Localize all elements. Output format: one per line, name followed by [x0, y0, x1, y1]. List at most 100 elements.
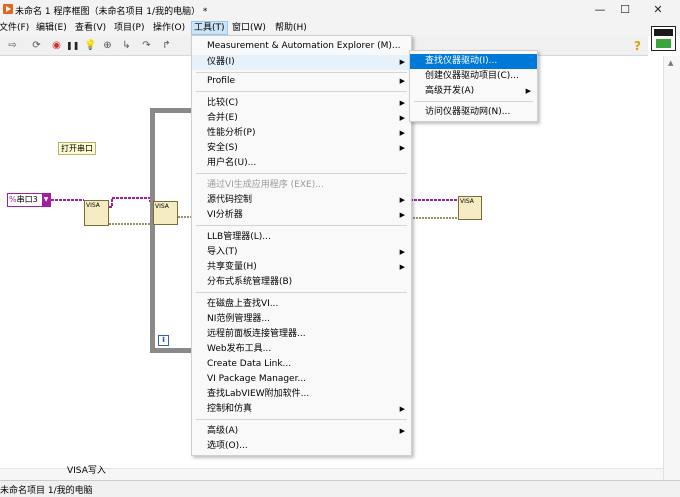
chevron-down-icon[interactable]: ▼: [42, 194, 50, 206]
visa-write-caption: VISA写入: [67, 466, 106, 476]
menu-item-security[interactable]: 安全(S) ▶: [192, 141, 411, 156]
submenu-arrow-icon: ▶: [399, 196, 405, 204]
menu-file[interactable]: 文件(F): [0, 21, 31, 35]
menu-item-compare[interactable]: 比较(C) ▶: [192, 96, 411, 111]
menu-item-vi-analyzer[interactable]: VI分析器 ▶: [192, 208, 411, 223]
menu-separator: [196, 292, 407, 293]
menu-item-shared-variable[interactable]: 共享变量(H) ▶: [192, 260, 411, 275]
step-out-icon[interactable]: ↱: [160, 39, 173, 52]
menu-item-label: 分布式系统管理器(B): [207, 277, 293, 287]
submenu-arrow-icon: ▶: [399, 427, 405, 435]
minimize-button[interactable]: —: [588, 2, 612, 18]
visa-node-label: VISA: [86, 202, 100, 209]
menu-item-options[interactable]: 选项(O)...: [192, 439, 411, 454]
submenu-arrow-icon: ▶: [399, 211, 405, 219]
menu-item-label: 高级(A): [207, 426, 239, 436]
menu-view[interactable]: 查看(V): [73, 21, 108, 35]
context-help-button[interactable]: ?: [634, 39, 646, 53]
step-over-icon[interactable]: ↷: [140, 39, 153, 52]
maximize-button[interactable]: ☐: [613, 2, 637, 18]
vi-icon[interactable]: [651, 26, 676, 51]
menu-item-create-driver-project[interactable]: 创建仪器驱动项目(C)...: [410, 69, 537, 84]
menu-item-example-finder[interactable]: NI范例管理器...: [192, 312, 411, 327]
menu-item-llb-manager[interactable]: LLB管理器(L)...: [192, 230, 411, 245]
submenu-arrow-icon: ▶: [399, 99, 405, 107]
submenu-arrow-icon: ▶: [399, 248, 405, 256]
menu-project[interactable]: 项目(P): [112, 21, 146, 35]
serial-port-control[interactable]: %串口3 ▼: [7, 193, 51, 207]
open-port-label[interactable]: 打开串口: [58, 142, 96, 155]
menu-item-label: 控制和仿真: [207, 404, 253, 414]
menu-item-find-addons[interactable]: 查找LabVIEW附加软件...: [192, 387, 411, 402]
menu-item-label: 共享变量(H): [207, 262, 257, 272]
visa-configure-serial-node[interactable]: VISA: [84, 200, 109, 226]
status-project-path: 未命名项目 1/我的电脑: [0, 486, 93, 496]
submenu-arrow-icon: ▶: [399, 144, 405, 152]
menu-item-mae[interactable]: Measurement & Automation Explorer (M)...: [192, 39, 411, 54]
highlight-execution-icon[interactable]: 💡: [84, 39, 97, 52]
vertical-scrollbar[interactable]: ▲: [663, 56, 680, 480]
menu-item-import[interactable]: 导入(T) ▶: [192, 245, 411, 260]
menu-item-label: LLB管理器(L)...: [207, 232, 271, 242]
serial-port-value: 串口3: [16, 195, 38, 204]
menu-item-label: Profile: [207, 76, 235, 86]
visa-close-node[interactable]: VISA: [458, 196, 482, 220]
submenu-arrow-icon: ▶: [399, 129, 405, 137]
close-button[interactable]: ✕: [646, 2, 670, 18]
menu-item-label: 性能分析(P): [207, 128, 256, 138]
menu-item-visit-driver-network[interactable]: 访问仪器驱动网(N)...: [410, 105, 537, 120]
title-bar: 未命名 1 程序框图（未命名项目 1/我的电脑） * — ☐ ✕: [0, 0, 680, 20]
menu-item-control-simulation[interactable]: 控制和仿真 ▶: [192, 402, 411, 417]
menu-item-create-data-link[interactable]: Create Data Link...: [192, 357, 411, 372]
menu-item-label: VI分析器: [207, 210, 243, 220]
scroll-up-icon[interactable]: ▲: [668, 59, 673, 67]
visa-resource-icon: %: [9, 195, 17, 204]
visa-node-label: VISA: [460, 198, 474, 205]
menu-tools[interactable]: 工具(T): [191, 21, 228, 35]
menu-item-label: 创建仪器驱动项目(C)...: [425, 71, 519, 81]
menu-item-find-vi-on-disk[interactable]: 在磁盘上查找VI...: [192, 297, 411, 312]
menu-item-profiling[interactable]: 性能分析(P) ▶: [192, 126, 411, 141]
menu-item-advanced[interactable]: 高级(A) ▶: [192, 424, 411, 439]
menu-item-username[interactable]: 用户名(U)...: [192, 156, 411, 171]
retain-wire-values-icon[interactable]: ⊕: [101, 39, 114, 52]
menu-window[interactable]: 窗口(W): [230, 21, 268, 35]
menu-item-label: 查找仪器驱动(I)...: [425, 56, 498, 66]
menu-item-web-publishing[interactable]: Web发布工具...: [192, 342, 411, 357]
menu-item-merge[interactable]: 合并(E) ▶: [192, 111, 411, 126]
menu-item-label: 选项(O)...: [207, 441, 248, 451]
menu-operate[interactable]: 操作(O): [151, 21, 187, 35]
menu-item-label: 安全(S): [207, 143, 238, 153]
menu-item-label: 导入(T): [207, 247, 238, 257]
abort-icon[interactable]: ◉: [50, 39, 63, 52]
status-bar: 未命名项目 1/我的电脑: [0, 480, 680, 497]
run-continuous-icon[interactable]: ⟳: [30, 39, 43, 52]
step-into-icon[interactable]: ↳: [120, 39, 133, 52]
menu-item-profile[interactable]: Profile ▶: [192, 74, 411, 89]
menu-item-advanced-development[interactable]: 高级开发(A) ▶: [410, 84, 537, 99]
menu-item-distributed-system-manager[interactable]: 分布式系统管理器(B): [192, 275, 411, 290]
menu-item-source-control[interactable]: 源代码控制 ▶: [192, 193, 411, 208]
menu-edit[interactable]: 编辑(E): [34, 21, 69, 35]
submenu-arrow-icon: ▶: [399, 405, 405, 413]
menu-separator: [196, 173, 407, 174]
menu-separator: [196, 419, 407, 420]
loop-iteration-terminal[interactable]: i: [158, 335, 169, 346]
menu-item-label: VI Package Manager...: [207, 374, 307, 384]
labview-block-diagram-window: 未命名 1 程序框图（未命名项目 1/我的电脑） * — ☐ ✕ 文件(F) 编…: [0, 0, 680, 497]
menu-item-label: 访问仪器驱动网(N)...: [425, 107, 511, 117]
menu-item-label: 用户名(U)...: [207, 158, 257, 168]
menu-item-label: Measurement & Automation Explorer (M)...: [207, 41, 401, 51]
menu-item-label: Web发布工具...: [207, 344, 272, 354]
menu-item-label: 合并(E): [207, 113, 238, 123]
menu-item-find-instrument-drivers[interactable]: 查找仪器驱动(I)...: [410, 54, 537, 69]
menu-item-instruments[interactable]: 仪器(I) ▶: [192, 55, 411, 70]
run-arrow-icon[interactable]: ⇨: [6, 39, 19, 52]
menu-item-vi-package-manager[interactable]: VI Package Manager...: [192, 372, 411, 387]
menu-item-remote-panel-manager[interactable]: 远程前面板连接管理器...: [192, 327, 411, 342]
menu-item-label: 通过VI生成应用程序 (EXE)...: [207, 180, 324, 190]
menu-help[interactable]: 帮助(H): [273, 21, 309, 35]
menu-separator: [196, 225, 407, 226]
visa-write-node[interactable]: VISA: [153, 201, 178, 225]
pause-icon[interactable]: ❚❚: [66, 39, 79, 52]
